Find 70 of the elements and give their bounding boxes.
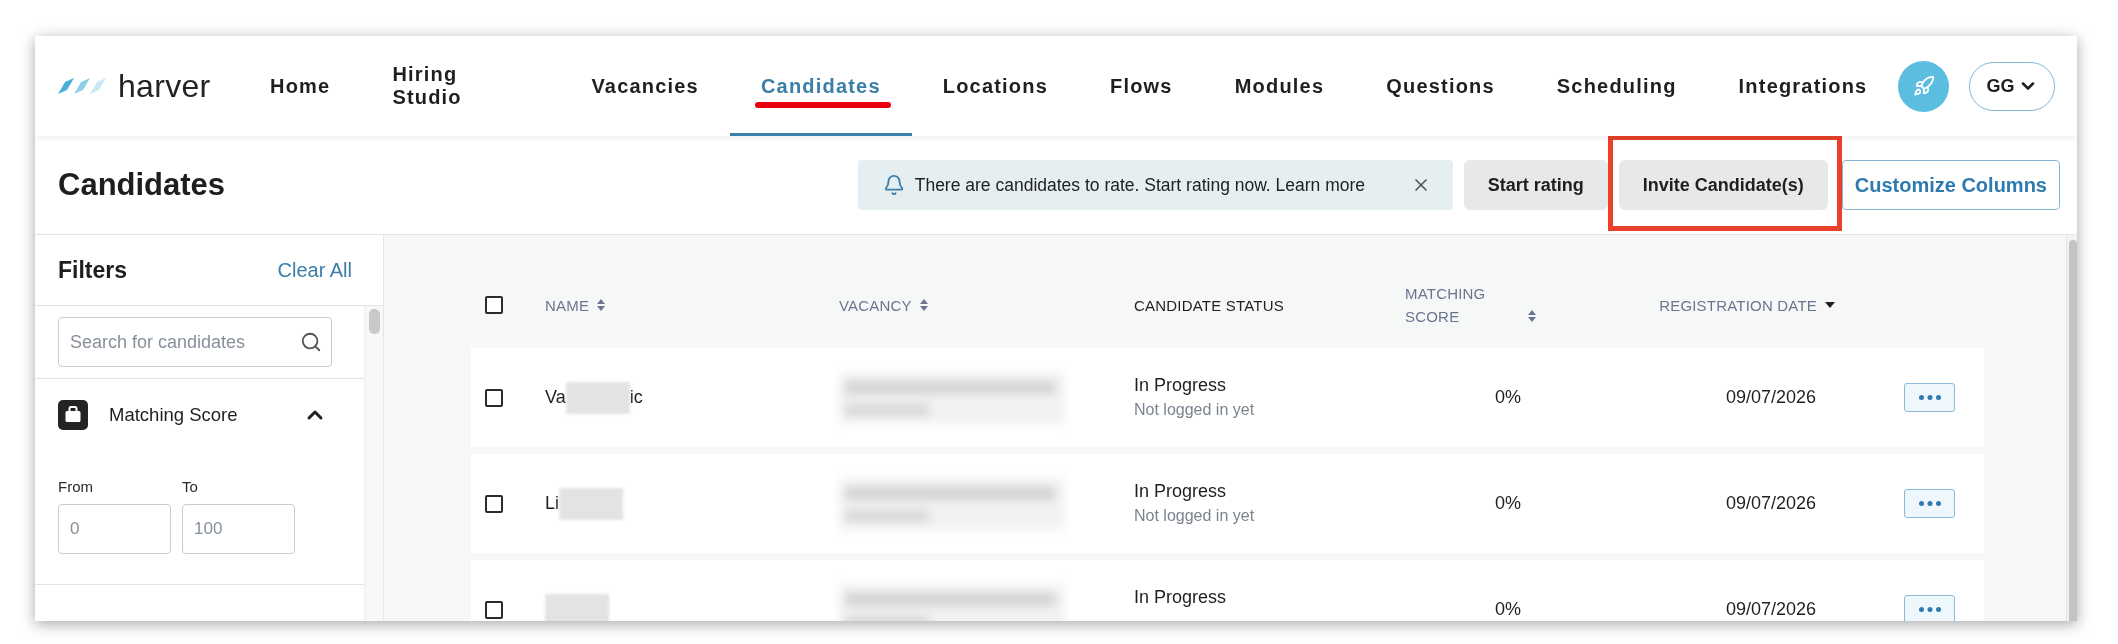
score-value: 0% [1495,493,1521,513]
column-header[interactable]: NAME [545,293,590,317]
from-field[interactable]: 0 [58,504,171,554]
field-label: From [58,478,93,496]
date-value: 09/07/2026 [1725,599,1816,619]
status-detail: Not logged in yet [1134,507,1255,525]
status-text: In Progress [1134,375,1227,396]
nav-tab[interactable]: Questions [1355,36,1526,136]
date-value: 09/07/2026 [1725,387,1816,407]
score-value: 0% [1495,387,1521,407]
sort-icon[interactable] [919,299,928,311]
scrollbar-thumb[interactable] [369,309,380,334]
bell-icon [882,174,905,196]
search-icon [300,331,322,353]
account-menu-button[interactable]: GG [1969,61,2056,111]
nav-tab[interactable]: Integrations [1707,36,1899,136]
redaction-block [565,381,630,414]
rocket-icon [1912,75,1935,97]
scrollbar-thumb[interactable] [2069,240,2077,621]
action-button[interactable]: Start rating [1463,160,1608,210]
filter-label: Matching Score [109,404,238,426]
checkbox[interactable] [485,296,503,314]
more-options-button[interactable] [1904,489,1955,518]
ellipsis-icon [1918,607,1941,612]
status-text: In Progress [1134,587,1227,608]
logo-icon [58,78,106,94]
column-header: CANDIDATE STATUS [1134,295,1284,316]
nav-tab[interactable]: Scheduling [1525,36,1708,136]
redaction-block [545,593,609,621]
to-field[interactable]: 100 [182,504,295,554]
checkbox[interactable] [485,388,503,407]
ellipsis-icon [1918,395,1941,400]
clear-all-link[interactable]: Clear All [277,258,352,282]
nav-tab[interactable]: Hiring Studio [361,36,561,136]
score-value: 0% [1495,599,1521,619]
status-text: In Progress [1134,481,1227,502]
redaction-block [559,487,623,520]
nav-tab[interactable]: Flows [1079,36,1204,136]
nav-tab[interactable]: Home [239,36,362,136]
notice-text: There are candidates to rate. Start rating now. Learn more [914,174,1366,196]
date-value: 09/07/2026 [1725,493,1816,513]
nav-tab[interactable]: Vacancies [560,36,730,136]
ellipsis-icon [1918,501,1941,506]
page-title: Candidates [58,167,226,203]
column-header[interactable]: REGISTRATION DATE [1659,293,1817,317]
table-row[interactable]: Va ic In Progress Not logged in yet 0% 09/07/2026 [471,348,1984,447]
action-button[interactable]: Invite Candidate(s) [1618,160,1828,210]
candidate-name: Li [545,493,559,514]
table-row[interactable]: Li In Progress Not logged in yet 0% 09/07/2026 [471,454,1984,553]
status-detail: Not logged in yet [1134,401,1255,419]
candidate-name: ic [629,387,643,408]
nav-tab[interactable]: Locations [911,36,1079,136]
checkbox[interactable] [485,494,503,513]
brand-name: harver [118,70,211,102]
field-label: To [182,478,198,496]
table-row[interactable]: In Progress 0% 09/07/2026 [471,560,1984,621]
checkbox[interactable] [485,600,503,619]
sort-icon[interactable] [1528,310,1536,322]
column-header[interactable]: MATCHING SCORE [1405,282,1505,328]
candidate-name: Va [545,387,566,408]
action-button[interactable]: Customize Columns [1841,160,2060,210]
sort-icon[interactable] [597,299,606,311]
nav-tab[interactable]: Modules [1203,36,1356,136]
briefcase-icon [58,400,88,430]
column-header[interactable]: VACANCY [839,293,912,317]
more-options-button[interactable] [1904,595,1955,621]
more-options-button[interactable] [1904,383,1955,412]
filters-title: Filters [58,256,128,284]
search-field[interactable]: Search for candidates [58,317,332,367]
caret-down-icon[interactable] [1825,302,1835,308]
